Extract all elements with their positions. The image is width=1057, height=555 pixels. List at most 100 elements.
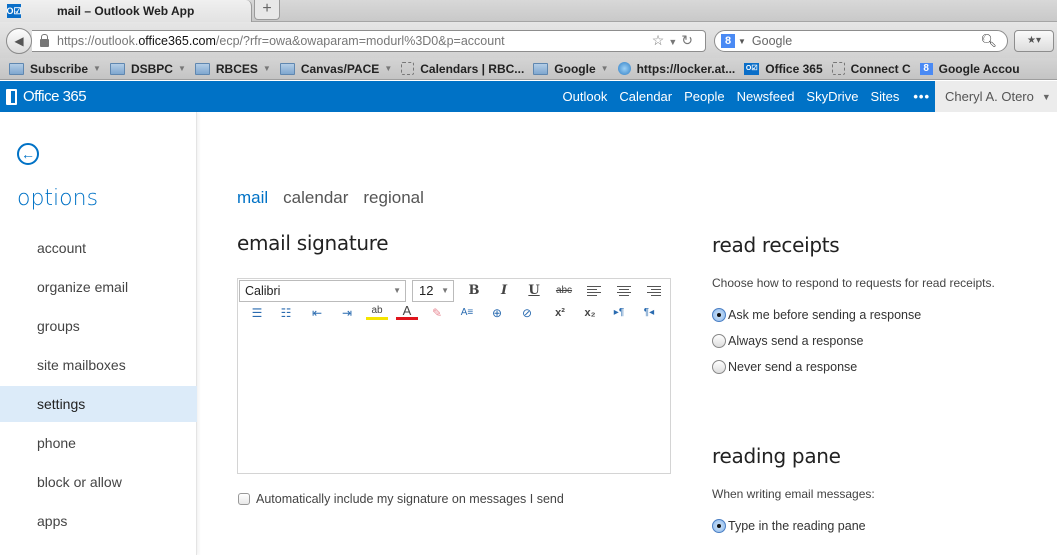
sidebar-title: options: [17, 186, 99, 211]
sidebar-item-groups[interactable]: groups: [0, 308, 197, 344]
radio-button[interactable]: [712, 334, 726, 348]
bookmarks-menu-button[interactable]: ★▾: [1014, 30, 1054, 52]
address-bar[interactable]: https://outlook.office365.com/ecp/?rfr=o…: [32, 30, 706, 52]
strikethrough-icon[interactable]: abc: [553, 281, 575, 301]
user-menu[interactable]: Cheryl A. Otero ▼: [935, 81, 1057, 112]
eraser-icon[interactable]: ✎: [426, 303, 448, 323]
radio-label: Never send a response: [728, 360, 858, 374]
radio-type-in-reading-pane[interactable]: Type in the reading pane: [712, 519, 866, 533]
search-box[interactable]: 8 ▼ Google 🔍︎: [714, 30, 1008, 52]
bullets-icon[interactable]: ☰: [246, 303, 268, 323]
subscript-icon[interactable]: x₂: [579, 303, 601, 323]
tab-title: mail – Outlook Web App: [57, 4, 195, 18]
bookmark-label: Office 365: [765, 61, 823, 76]
bookmark-item[interactable]: https://locker.at...: [617, 62, 735, 76]
font-family-value: Calibri: [245, 284, 281, 298]
chevron-down-icon[interactable]: ▼: [738, 37, 746, 46]
google-icon[interactable]: 8: [721, 34, 735, 48]
bookmark-item[interactable]: Google ▼: [533, 62, 609, 76]
dropdown-icon[interactable]: ▼: [668, 37, 681, 47]
nav-calendar[interactable]: Calendar: [619, 89, 672, 104]
bookmark-item[interactable]: RBCES ▼: [194, 62, 271, 76]
new-tab-button[interactable]: +: [254, 0, 280, 20]
superscript-icon[interactable]: x²: [549, 303, 571, 323]
sidebar-item-site-mailboxes[interactable]: site mailboxes: [0, 347, 197, 383]
remove-link-icon[interactable]: ⊘: [516, 303, 538, 323]
nav-outlook[interactable]: Outlook: [563, 89, 608, 104]
bookmark-item[interactable]: DSBPC ▼: [109, 62, 186, 76]
email-signature-heading: email signature: [237, 231, 389, 255]
radio-never-send[interactable]: Never send a response: [712, 360, 857, 374]
nav-skydrive[interactable]: SkyDrive: [806, 89, 858, 104]
office365-logo[interactable]: Office 365: [6, 88, 87, 105]
bookmark-star-icon[interactable]: ☆: [652, 32, 669, 48]
bookmark-item[interactable]: Calendars | RBC...: [401, 62, 524, 76]
sidebar-item-settings[interactable]: settings: [0, 386, 197, 422]
bookmark-label: Connect C: [850, 61, 911, 76]
radio-button[interactable]: [712, 360, 726, 374]
more-apps-icon[interactable]: •••: [913, 89, 930, 104]
url-prefix: https://outlook.: [57, 34, 139, 48]
bookmark-item[interactable]: Subscribe ▼: [9, 62, 101, 76]
font-size-value: 12: [419, 283, 434, 298]
highlight-icon[interactable]: ab: [366, 303, 388, 320]
folder-icon: [533, 62, 549, 75]
bookmark-item[interactable]: Canvas/PACE ▼: [279, 62, 393, 76]
search-input[interactable]: Google: [752, 34, 792, 48]
folder-icon: [9, 62, 24, 75]
sidebar-item-organize-email[interactable]: organize email: [0, 269, 197, 305]
signature-body-input[interactable]: [238, 327, 670, 473]
numbering-icon[interactable]: ☷: [275, 303, 297, 323]
underline-icon[interactable]: U: [523, 281, 545, 301]
outlook-favicon-icon: O☑: [6, 4, 22, 18]
align-right-icon[interactable]: [643, 281, 665, 301]
folder-icon: [194, 62, 210, 75]
font-size-select[interactable]: 12 ▼: [412, 280, 454, 302]
align-center-icon[interactable]: [613, 281, 635, 301]
increase-indent-icon[interactable]: ⇥: [336, 303, 358, 323]
tab-regional[interactable]: regional: [363, 188, 424, 208]
checkbox[interactable]: [238, 493, 250, 505]
tab-mail[interactable]: mail: [237, 188, 268, 208]
nav-sites[interactable]: Sites: [870, 89, 899, 104]
rtl-icon[interactable]: ¶◂: [638, 303, 660, 323]
line-spacing-icon[interactable]: A≡: [456, 303, 478, 323]
sidebar-item-apps[interactable]: apps: [0, 503, 197, 539]
radio-ask-before-sending[interactable]: Ask me before sending a response: [712, 308, 921, 322]
browser-tab-bar: O☑ mail – Outlook Web App +: [0, 0, 1057, 22]
decrease-indent-icon[interactable]: ⇤: [306, 303, 328, 323]
radio-always-send[interactable]: Always send a response: [712, 334, 864, 348]
bookmark-item[interactable]: Connect C: [831, 61, 911, 76]
radio-label: Type in the reading pane: [728, 519, 866, 533]
radio-button[interactable]: [712, 308, 726, 322]
reload-icon[interactable]: ↻: [681, 32, 697, 48]
insert-link-icon[interactable]: ⊕: [486, 303, 508, 323]
ltr-icon[interactable]: ▸¶: [608, 303, 630, 323]
folder-icon: [109, 62, 125, 75]
sidebar-item-phone[interactable]: phone: [0, 425, 197, 461]
o365-header: Office 365 Outlook Calendar People Newsf…: [0, 81, 1057, 112]
chevron-down-icon: ▼: [384, 64, 393, 73]
radio-button[interactable]: [712, 519, 726, 533]
chevron-down-icon: ▼: [93, 64, 101, 73]
tab-calendar[interactable]: calendar: [283, 188, 348, 208]
font-family-select[interactable]: Calibri ▼: [239, 280, 406, 302]
sidebar-item-block-or-allow[interactable]: block or allow: [0, 464, 197, 500]
bookmark-item[interactable]: O☑ Office 365: [744, 61, 823, 76]
bookmark-item[interactable]: 8 Google Accou: [919, 62, 1020, 76]
browser-tab[interactable]: O☑ mail – Outlook Web App: [0, 0, 252, 22]
sidebar-item-account[interactable]: account: [0, 230, 197, 266]
browser-back-button[interactable]: ◀: [6, 28, 32, 54]
brand-name: Office 365: [23, 88, 87, 105]
nav-people[interactable]: People: [684, 89, 724, 104]
bold-icon[interactable]: B: [463, 281, 485, 301]
chevron-down-icon: ▼: [393, 286, 401, 295]
back-arrow-icon[interactable]: ←: [17, 143, 39, 165]
align-left-icon[interactable]: [583, 281, 605, 301]
italic-icon[interactable]: I: [493, 281, 515, 301]
nav-newsfeed[interactable]: Newsfeed: [737, 89, 795, 104]
auto-include-signature-checkbox[interactable]: Automatically include my signature on me…: [238, 492, 564, 506]
search-icon[interactable]: 🔍︎: [980, 33, 997, 49]
user-name: Cheryl A. Otero: [945, 89, 1034, 104]
font-color-icon[interactable]: A: [396, 303, 418, 320]
